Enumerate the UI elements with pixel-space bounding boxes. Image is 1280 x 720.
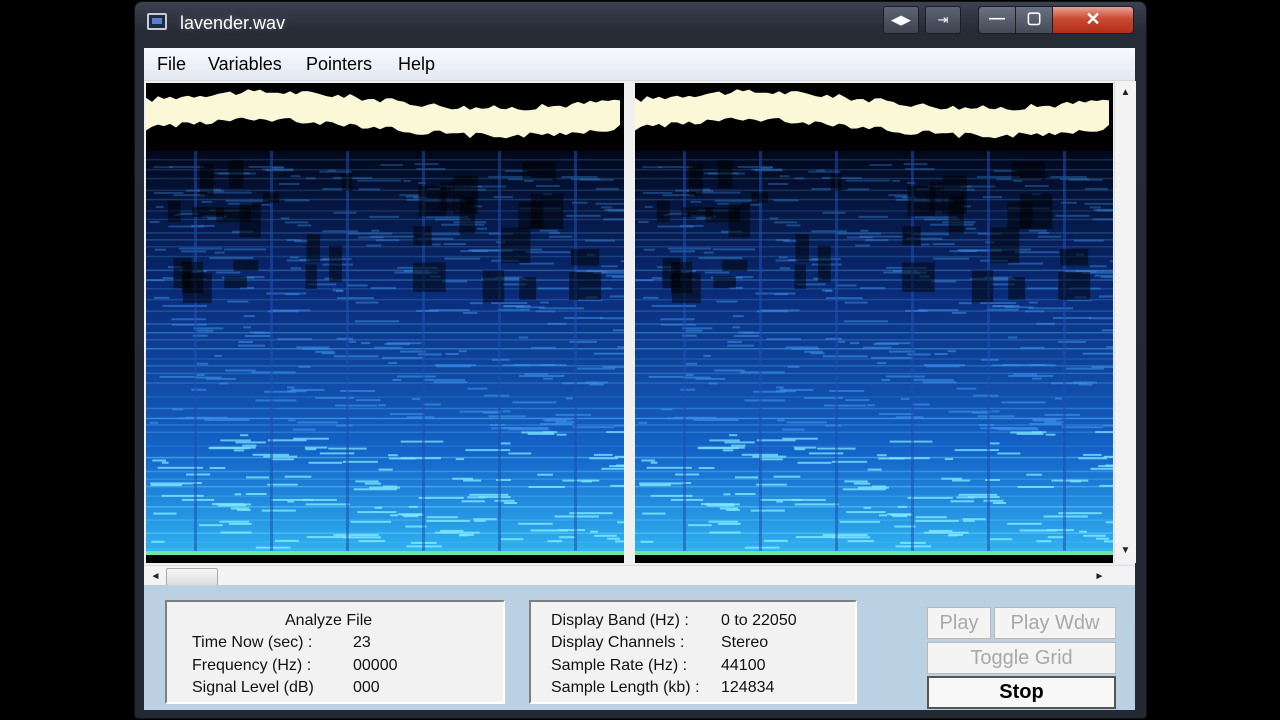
analyze-file-box: Analyze File Time Now (sec) : 23 Frequen… <box>165 600 505 704</box>
play-button[interactable]: Play <box>927 607 991 639</box>
maximize-button[interactable]: ▢ <box>1015 6 1053 34</box>
play-window-button[interactable]: Play Wdw <box>994 607 1116 639</box>
horizontal-scrollbar[interactable]: ◄ ► <box>144 565 1135 587</box>
right-channel-spectrogram[interactable] <box>635 83 1113 563</box>
display-channels-label: Display Channels : <box>551 634 685 651</box>
signal-level-label: Signal Level (dB) <box>192 679 314 696</box>
sample-rate-label: Sample Rate (Hz) : <box>551 657 688 674</box>
app-window: lavender.wav ◀▶ ⇥ — ▢ ✕ File Variables P… <box>135 2 1146 718</box>
right-spectrogram-canvas <box>635 83 1113 563</box>
left-spectrogram-canvas <box>146 83 624 563</box>
menu-pointers[interactable]: Pointers <box>306 54 372 75</box>
analyze-heading: Analyze File <box>285 612 373 629</box>
toggle-grid-button[interactable]: Toggle Grid <box>927 642 1116 674</box>
menu-help[interactable]: Help <box>398 54 435 75</box>
display-band-label: Display Band (Hz) : <box>551 612 689 629</box>
display-channels-value: Stereo <box>721 634 769 651</box>
scroll-right-icon[interactable]: ► <box>1090 567 1109 586</box>
sample-rate-value: 44100 <box>721 657 766 674</box>
scroll-up-icon[interactable]: ▲ <box>1116 83 1135 102</box>
time-now-label: Time Now (sec) : <box>192 634 313 651</box>
control-panel: Analyze File Time Now (sec) : 23 Frequen… <box>144 585 1135 710</box>
title-bar[interactable]: lavender.wav ◀▶ ⇥ — ▢ ✕ <box>135 2 1146 44</box>
time-now-value: 23 <box>353 634 371 651</box>
display-info-box: Display Band (Hz) : 0 to 22050 Display C… <box>529 600 857 704</box>
signal-level-value: 000 <box>353 679 380 696</box>
frequency-label: Frequency (Hz) : <box>192 657 312 674</box>
export-icon[interactable]: ⇥ <box>925 6 961 34</box>
spectrogram-area: ▲ ▼ ◄ ► <box>144 81 1136 587</box>
frequency-value: 00000 <box>353 657 398 674</box>
minimize-button[interactable]: — <box>978 6 1016 34</box>
scroll-left-icon[interactable]: ◄ <box>146 567 165 586</box>
window-title: lavender.wav <box>180 13 286 33</box>
menu-variables[interactable]: Variables <box>208 54 282 75</box>
stop-button[interactable]: Stop <box>927 676 1116 709</box>
app-icon[interactable] <box>147 13 167 30</box>
menu-bar: File Variables Pointers Help <box>144 48 1135 81</box>
vertical-scrollbar[interactable]: ▲ ▼ <box>1114 81 1136 563</box>
client-area: File Variables Pointers Help ▲ ▼ ◄ ► Ana… <box>144 48 1136 710</box>
left-channel-spectrogram[interactable] <box>146 83 624 563</box>
swap-icon[interactable]: ◀▶ <box>883 6 919 34</box>
scroll-down-icon[interactable]: ▼ <box>1116 541 1135 560</box>
sample-length-value: 124834 <box>721 679 775 696</box>
display-band-value: 0 to 22050 <box>721 612 797 629</box>
close-button[interactable]: ✕ <box>1052 6 1134 34</box>
menu-file[interactable]: File <box>157 54 186 75</box>
horizontal-scroll-thumb[interactable] <box>166 568 218 586</box>
sample-length-label: Sample Length (kb) : <box>551 679 700 696</box>
